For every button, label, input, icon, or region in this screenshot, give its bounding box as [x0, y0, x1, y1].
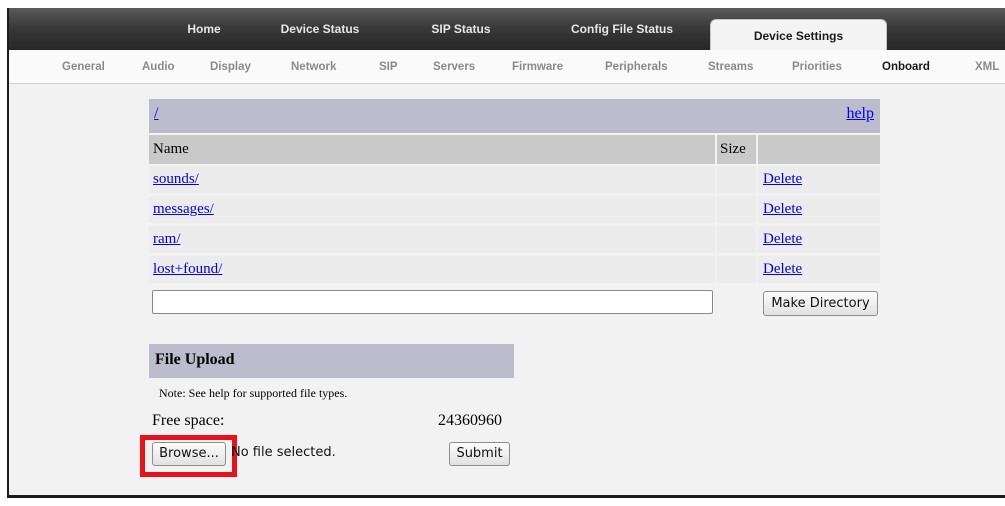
subtab-servers[interactable]: Servers	[433, 50, 475, 83]
tab-device-settings[interactable]: Device Settings	[710, 19, 887, 51]
size-cell	[717, 166, 756, 193]
size-cell	[717, 226, 756, 253]
browse-button[interactable]: Browse...	[152, 442, 226, 466]
subtab-peripherals[interactable]: Peripherals	[605, 50, 668, 83]
column-header-size: Size	[717, 135, 756, 164]
subtab-streams[interactable]: Streams	[708, 50, 753, 83]
delete-link[interactable]: Delete	[763, 261, 802, 277]
folder-link[interactable]: messages/	[153, 201, 214, 217]
tab-home[interactable]: Home	[169, 8, 239, 50]
size-cell	[717, 196, 756, 223]
delete-link[interactable]: Delete	[763, 231, 802, 247]
column-header-action	[758, 135, 880, 164]
size-cell	[717, 256, 756, 283]
column-header-name: Name	[149, 135, 715, 164]
subtab-onboard[interactable]: Onboard	[882, 50, 930, 83]
file-upload-header: File Upload	[149, 344, 514, 378]
help-link[interactable]: help	[846, 105, 874, 123]
tab-config-file-status[interactable]: Config File Status	[557, 8, 687, 50]
delete-link[interactable]: Delete	[763, 201, 802, 217]
sub-nav: General Audio Display Network SIP Server…	[9, 50, 1005, 84]
make-directory-button[interactable]: Make Directory	[763, 291, 878, 316]
subtab-network[interactable]: Network	[291, 50, 336, 83]
folder-link[interactable]: ram/	[153, 231, 181, 247]
delete-link[interactable]: Delete	[763, 171, 802, 187]
no-file-selected-text: No file selected.	[231, 445, 336, 460]
upload-note: Note: See help for supported file types.	[159, 386, 348, 400]
submit-button[interactable]: Submit	[449, 442, 510, 466]
subtab-display[interactable]: Display	[210, 50, 251, 83]
subtab-general[interactable]: General	[62, 50, 105, 83]
new-directory-input[interactable]	[152, 290, 713, 314]
subtab-xml[interactable]: XML	[975, 50, 999, 83]
path-header: / help	[149, 99, 880, 133]
table-row: ram/ Delete	[149, 226, 880, 253]
top-nav: Home Device Status SIP Status Config Fil…	[9, 8, 1005, 51]
free-space-value: 24360960	[438, 412, 502, 429]
path-link[interactable]: /	[154, 105, 158, 123]
file-upload-title: File Upload	[155, 351, 235, 368]
table-row: lost+found/ Delete	[149, 256, 880, 283]
free-space-label: Free space:	[152, 412, 225, 429]
column-header-row: Name Size	[149, 135, 880, 164]
folder-link[interactable]: sounds/	[153, 171, 199, 187]
subtab-audio[interactable]: Audio	[142, 50, 175, 83]
tab-device-status[interactable]: Device Status	[267, 8, 373, 50]
subtab-sip[interactable]: SIP	[379, 50, 398, 83]
page-frame: Home Device Status SIP Status Config Fil…	[7, 8, 1005, 498]
table-row: sounds/ Delete	[149, 166, 880, 193]
tab-sip-status[interactable]: SIP Status	[421, 8, 501, 50]
subtab-priorities[interactable]: Priorities	[792, 50, 842, 83]
subtab-firmware[interactable]: Firmware	[512, 50, 563, 83]
folder-link[interactable]: lost+found/	[153, 261, 222, 277]
table-row: messages/ Delete	[149, 196, 880, 223]
